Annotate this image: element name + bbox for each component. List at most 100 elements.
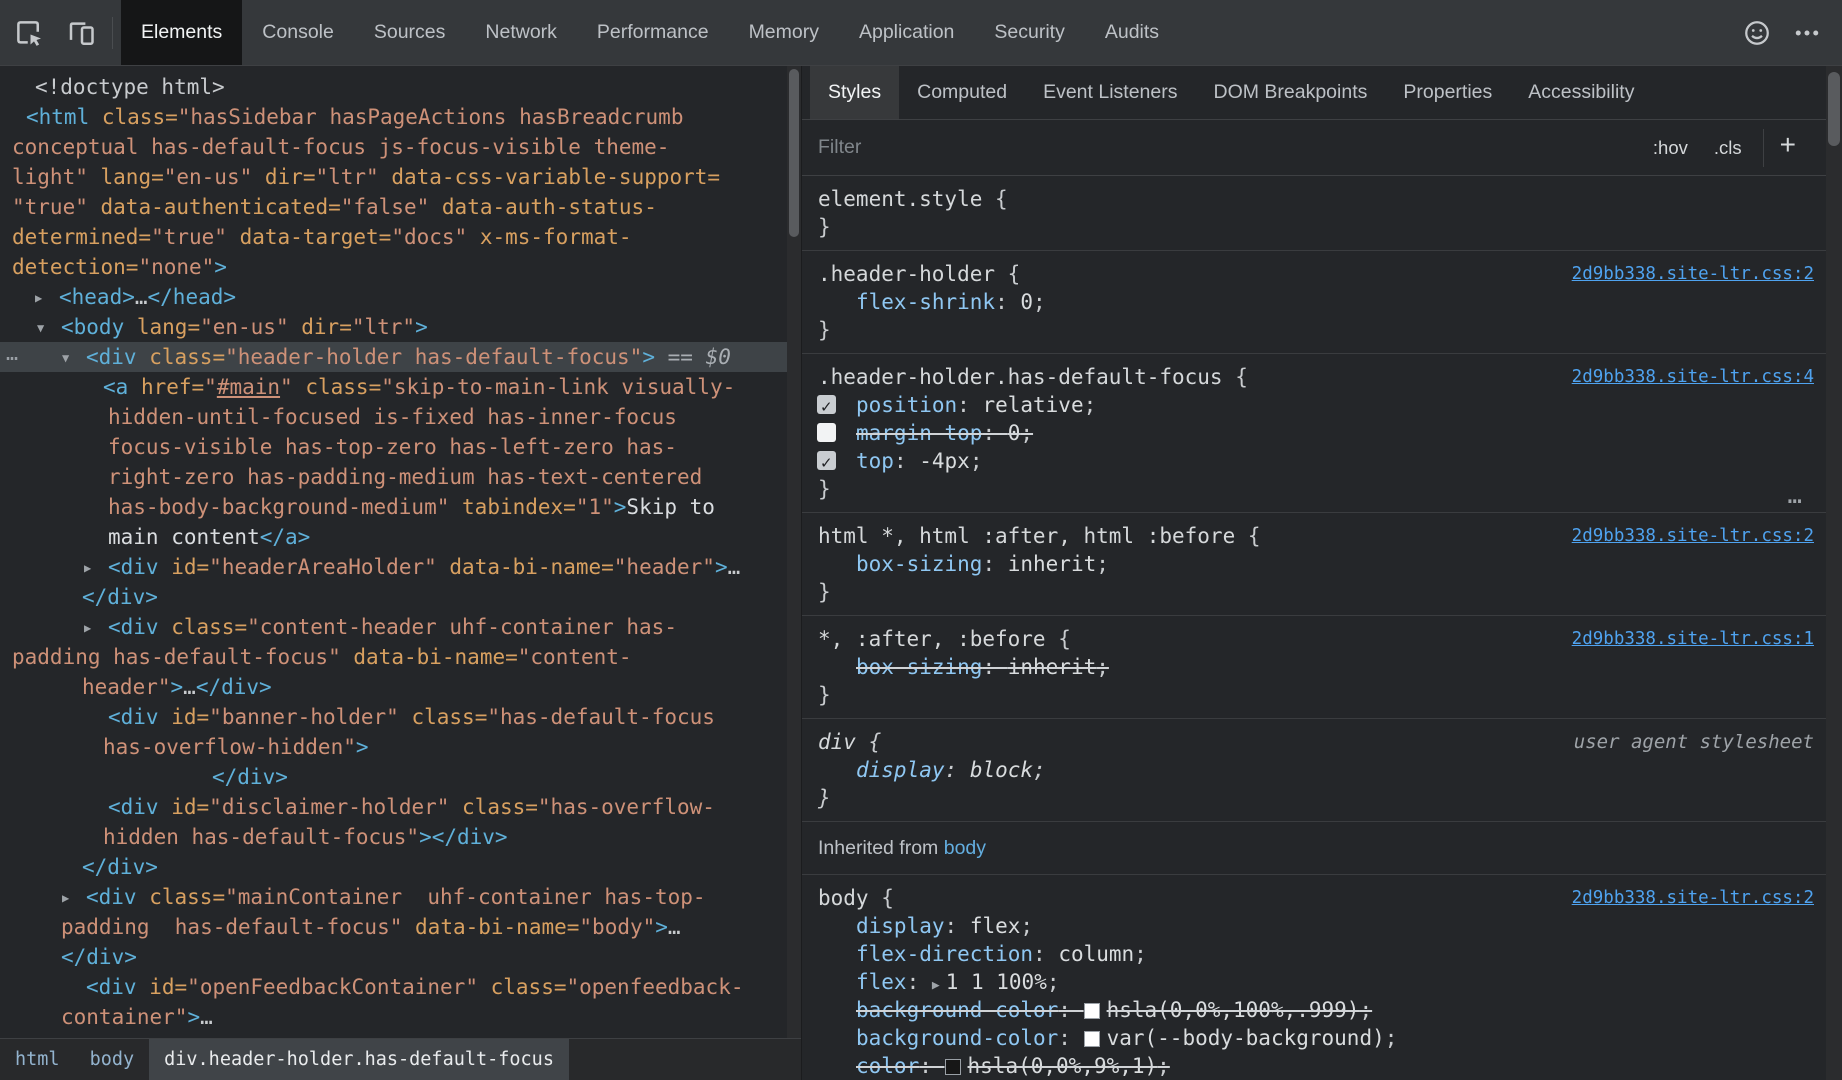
dom-tree-scrollbar[interactable] [787,66,801,1038]
rule-selector[interactable]: .header-holder [818,262,995,286]
dom-tree-node[interactable]: container">… [0,1002,787,1032]
main-tab-audits[interactable]: Audits [1085,0,1179,65]
css-declaration[interactable]: background-color: var(--body-background)… [802,1024,1826,1052]
main-tab-network[interactable]: Network [465,0,577,65]
color-swatch[interactable] [1084,1003,1100,1019]
inspect-icon[interactable] [8,12,50,54]
dom-tree-node[interactable]: "true" data-authenticated="false" data-a… [0,192,787,222]
dom-tree-node[interactable]: determined="true" data-target="docs" x-m… [0,222,787,252]
expand-arrow-icon[interactable]: ▶ [62,883,86,913]
dom-tree-node[interactable]: <html class="hasSidebar hasPageActions h… [0,102,787,132]
css-declaration[interactable]: color: hsla(0,0%,9%,1); [802,1052,1826,1080]
css-declaration[interactable]: box-sizing: inherit; [802,550,1826,578]
dom-tree-node[interactable]: ▼<body lang="en-us" dir="ltr"> [0,312,787,342]
declaration-checkbox[interactable] [817,451,836,470]
dom-tree-node[interactable]: has-body-background-medium" tabindex="1"… [0,492,787,522]
css-declaration[interactable]: flex-direction: column; [802,940,1826,968]
sidebar-tab-accessibility[interactable]: Accessibility [1510,66,1652,119]
dom-tree-node[interactable]: ▶<div class="mainContainer uhf-container… [0,882,787,912]
breadcrumb-item-div[interactable]: div.header-holder.has-default-focus [149,1039,569,1080]
stylesheet-link[interactable]: 2d9bb338.site-ltr.css:2 [1572,260,1814,288]
dom-tree-node[interactable]: <div id="openFeedbackContainer" class="o… [0,972,787,1002]
dom-tree-node[interactable]: ▶<head>…</head> [0,282,787,312]
dom-tree-node[interactable]: main content</a> [0,522,787,552]
breadcrumb-item-body[interactable]: body [75,1039,150,1080]
expand-arrow-icon[interactable]: ▼ [62,343,86,373]
expand-arrow-icon[interactable]: ▶ [84,553,108,583]
dom-tree-node[interactable]: header">…</div> [0,672,787,702]
breadcrumb-item-html[interactable]: html [0,1039,75,1080]
main-tab-console[interactable]: Console [242,0,354,65]
sidebar-tab-computed[interactable]: Computed [899,66,1025,119]
device-toolbar-icon[interactable] [60,12,102,54]
dom-tree-node[interactable]: padding has-default-focus" data-bi-name=… [0,642,787,672]
dom-tree-node[interactable]: padding has-default-focus" data-bi-name=… [0,912,787,942]
stylesheet-link[interactable]: 2d9bb338.site-ltr.css:1 [1572,625,1814,653]
expand-arrow-icon[interactable]: ▶ [35,283,59,313]
css-declaration[interactable]: flex: ▶1 1 100%; [802,968,1826,996]
dom-tree-node[interactable]: detection="none"> [0,252,787,282]
stylesheet-link[interactable]: 2d9bb338.site-ltr.css:2 [1572,884,1814,912]
dom-tree-node[interactable]: …▼<div class="header-holder has-default-… [0,342,787,372]
dom-tree-node[interactable]: <a href="#main" class="skip-to-main-link… [0,372,787,402]
main-tab-elements[interactable]: Elements [121,0,242,65]
rule-selector[interactable]: element.style [818,187,982,211]
dom-tree-node[interactable]: hidden-until-focused is-fixed has-inner-… [0,402,787,432]
scrollbar-thumb[interactable] [1828,72,1840,146]
dom-tree-node[interactable]: </div> [0,582,787,612]
dom-tree-node[interactable]: </div> [0,942,787,972]
dom-tree-node[interactable]: </div> [0,762,787,792]
dom-tree-node[interactable]: conceptual has-default-focus js-focus-vi… [0,132,787,162]
feedback-smiley-icon[interactable] [1736,12,1778,54]
dom-tree-node[interactable]: has-overflow-hidden"> [0,732,787,762]
dom-tree-node[interactable]: light" lang="en-us" dir="ltr" data-css-v… [0,162,787,192]
dom-tree-node[interactable]: ▶<div id="headerAreaHolder" data-bi-name… [0,552,787,582]
element-classes-button[interactable]: .cls [1701,130,1755,166]
sidebar-tab-event-listeners[interactable]: Event Listeners [1025,66,1195,119]
new-style-rule-button[interactable]: + [1763,129,1810,167]
css-declaration[interactable]: box-sizing: inherit; [802,653,1826,681]
main-tab-application[interactable]: Application [839,0,974,65]
css-declaration[interactable]: display: block; [802,756,1826,784]
rule-overflow-menu-icon[interactable]: … [1788,490,1804,500]
scrollbar-thumb[interactable] [789,69,799,237]
css-declaration[interactable]: display: flex; [802,912,1826,940]
css-declaration[interactable]: position: relative; [802,391,1826,419]
shorthand-expander-icon[interactable]: ▶ [932,978,940,993]
dom-tree-node[interactable]: hidden has-default-focus"></div> [0,822,787,852]
rule-selector[interactable]: body [818,886,869,910]
styles-scrollbar[interactable] [1826,66,1842,1080]
css-declaration[interactable]: flex-shrink: 0; [802,288,1826,316]
more-menu-icon[interactable] [1786,12,1828,54]
main-tab-memory[interactable]: Memory [729,0,839,65]
main-tab-security[interactable]: Security [974,0,1084,65]
stylesheet-link[interactable]: 2d9bb338.site-ltr.css:4 [1572,363,1814,391]
dom-tree-node[interactable]: <!doctype html> [0,72,787,102]
expand-arrow-icon[interactable]: ▶ [84,613,108,643]
styles-filter-input[interactable] [818,136,1640,159]
rule-selector[interactable]: .header-holder.has-default-focus [818,365,1223,389]
sidebar-tab-properties[interactable]: Properties [1385,66,1510,119]
dom-tree-node[interactable]: ▶<div class="content-header uhf-containe… [0,612,787,642]
sidebar-tab-styles[interactable]: Styles [810,66,899,119]
dom-tree-node[interactable]: focus-visible has-top-zero has-left-zero… [0,432,787,462]
sidebar-tab-dom-breakpoints[interactable]: DOM Breakpoints [1195,66,1385,119]
rule-selector[interactable]: *, :after, :before [818,627,1046,651]
node-menu-icon[interactable]: … [6,338,18,368]
dom-tree-node[interactable]: <div id="banner-holder" class="has-defau… [0,702,787,732]
main-tab-sources[interactable]: Sources [354,0,466,65]
css-declaration[interactable]: top: -4px; [802,447,1826,475]
pseudo-state-button[interactable]: :hov [1640,130,1701,166]
rule-selector[interactable]: html *, html :after, html :before [818,524,1235,548]
css-declaration[interactable]: background-color: hsla(0,0%,100%,.999); [802,996,1826,1024]
dom-tree-node[interactable]: <div id="disclaimer-holder" class="has-o… [0,792,787,822]
dom-tree-node[interactable]: </div> [0,852,787,882]
main-tab-performance[interactable]: Performance [577,0,729,65]
css-declaration[interactable]: margin-top: 0; [802,419,1826,447]
rule-selector[interactable]: div [818,730,856,754]
dom-tree-node[interactable]: right-zero has-padding-medium has-text-c… [0,462,787,492]
color-swatch[interactable] [945,1059,961,1075]
inherited-element-link[interactable]: body [944,837,986,859]
expand-arrow-icon[interactable]: ▼ [37,313,61,343]
stylesheet-link[interactable]: 2d9bb338.site-ltr.css:2 [1572,522,1814,550]
